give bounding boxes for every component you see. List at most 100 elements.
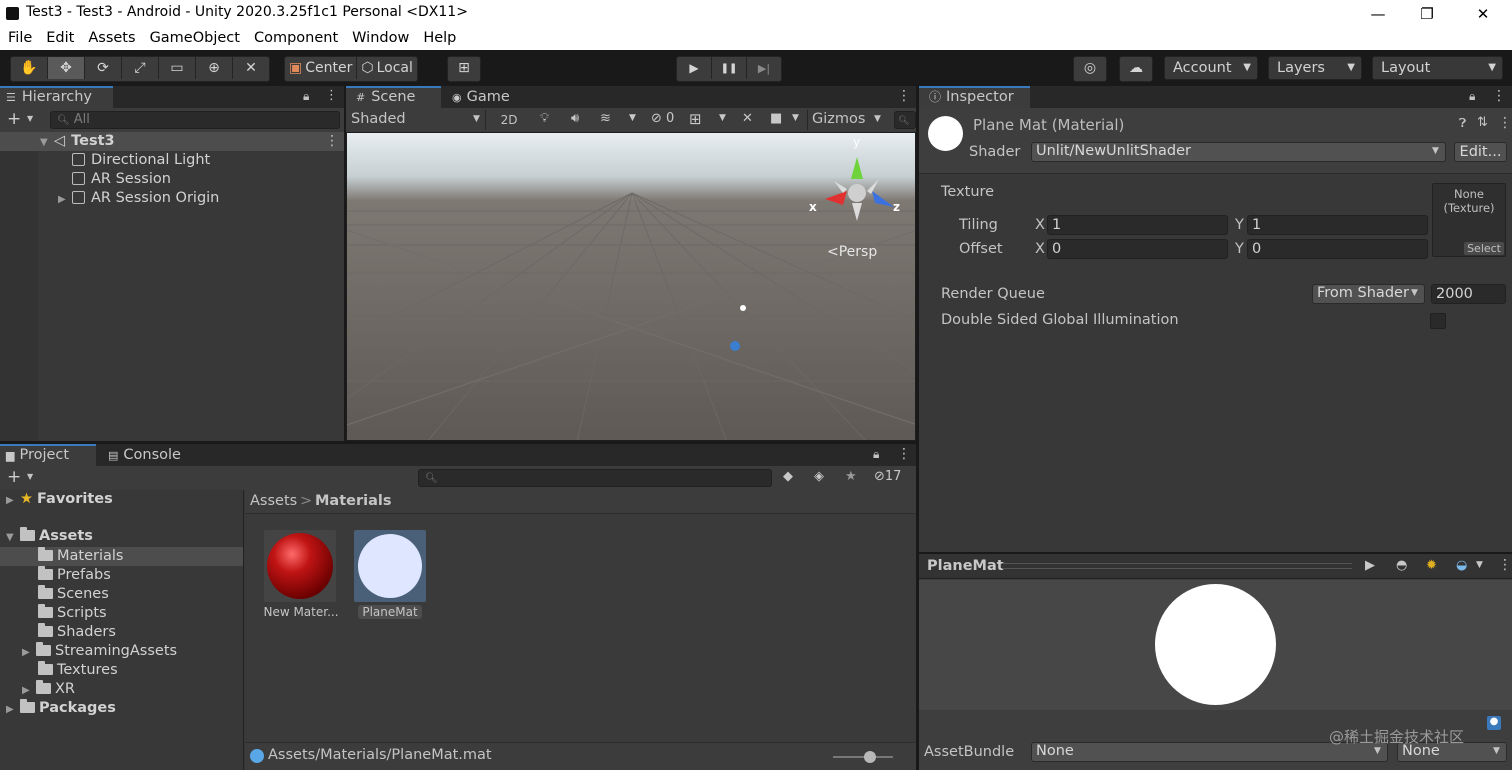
- cloud-icon[interactable]: ☁: [1120, 57, 1152, 79]
- menu-file[interactable]: File: [1, 28, 39, 48]
- lock-icon[interactable]: 🔒︎: [303, 89, 309, 104]
- chevron-down-icon[interactable]: ▼: [27, 114, 33, 123]
- hierarchy-search-input[interactable]: 🔍︎ All: [50, 111, 340, 129]
- play-button[interactable]: ▶: [677, 57, 712, 79]
- render-queue-input[interactable]: 2000: [1431, 284, 1506, 304]
- expand-arrow-icon[interactable]: ▶: [6, 491, 20, 510]
- audio-icon[interactable]: 🔊︎: [571, 111, 579, 126]
- preview-viewport[interactable]: [919, 580, 1512, 710]
- more-options-icon[interactable]: ⋮: [1498, 115, 1512, 131]
- breadcrumb-current[interactable]: Materials: [315, 493, 392, 509]
- background-sphere-icon[interactable]: ◒: [1456, 558, 1467, 573]
- chevron-down-icon[interactable]: ▼: [629, 113, 636, 123]
- tree-folder-streamingassets[interactable]: ▶ StreamingAssets: [22, 642, 177, 661]
- tree-assets[interactable]: ▼ Assets: [6, 527, 93, 546]
- more-options-icon[interactable]: ⋮: [897, 446, 911, 462]
- search-by-type-icon[interactable]: ◆: [783, 469, 793, 484]
- expand-arrow-icon[interactable]: ▶: [22, 643, 36, 662]
- menu-help[interactable]: Help: [416, 28, 463, 48]
- hierarchy-scene-row[interactable]: ▼ ◁ Test3 ⋮: [0, 132, 344, 151]
- chevron-down-icon[interactable]: ▼: [792, 113, 799, 123]
- tree-folder-scenes[interactable]: Scenes: [38, 585, 109, 604]
- hidden-packages-icon[interactable]: ⊘17: [874, 469, 901, 484]
- shader-dropdown[interactable]: Unlit/NewUnlitShader ▼: [1031, 142, 1446, 162]
- maximize-button[interactable]: ❐: [1404, 2, 1450, 26]
- layers-dropdown[interactable]: Layers ▼: [1268, 56, 1362, 80]
- minimize-button[interactable]: —: [1355, 2, 1401, 26]
- menu-edit[interactable]: Edit: [39, 28, 81, 48]
- help-icon[interactable]: ❓︎: [1459, 116, 1466, 131]
- expand-arrow-icon[interactable]: ▶: [6, 700, 20, 719]
- label-tag-icon[interactable]: ●: [1487, 716, 1501, 730]
- tab-inspector[interactable]: ⓘ Inspector: [919, 86, 1030, 108]
- close-button[interactable]: ✕: [1460, 2, 1506, 26]
- expand-arrow-icon[interactable]: ▶: [58, 190, 72, 209]
- more-options-icon[interactable]: ⋮: [897, 88, 911, 104]
- tree-favorites[interactable]: ▶ ★ Favorites: [6, 490, 113, 509]
- preset-icon[interactable]: ⇅: [1477, 115, 1488, 130]
- tools-icon[interactable]: ✕: [742, 111, 753, 126]
- account-dropdown[interactable]: Account ▼: [1164, 56, 1258, 80]
- list-item[interactable]: Directional Light: [72, 151, 210, 170]
- tab-project[interactable]: ▆ Project: [0, 444, 96, 466]
- menu-component[interactable]: Component: [247, 28, 345, 48]
- grid-snap-icon[interactable]: ⊞: [448, 57, 480, 79]
- effects-icon[interactable]: ≋: [600, 111, 611, 126]
- tree-folder-xr[interactable]: ▶ XR: [22, 680, 75, 699]
- transform-icon[interactable]: ⊕: [196, 57, 233, 79]
- expand-arrow-icon[interactable]: ▼: [6, 528, 20, 547]
- hand-icon[interactable]: ✋: [11, 57, 48, 79]
- chevron-down-icon[interactable]: ▼: [1476, 560, 1483, 570]
- persp-label[interactable]: <Persp: [827, 244, 877, 260]
- step-button[interactable]: ▶|: [747, 57, 781, 79]
- scene-viewport[interactable]: y x z <Persp: [346, 132, 916, 441]
- move-icon[interactable]: ✥: [48, 57, 85, 79]
- offset-y-input[interactable]: 0: [1247, 239, 1428, 259]
- menu-window[interactable]: Window: [345, 28, 416, 48]
- tab-game[interactable]: ◉ Game: [446, 86, 526, 108]
- expand-arrow-icon[interactable]: ▶: [22, 681, 36, 700]
- texture-slot[interactable]: None (Texture) Select: [1432, 183, 1506, 257]
- pause-button[interactable]: ❚❚: [712, 57, 747, 79]
- chevron-down-icon[interactable]: ▼: [27, 472, 33, 481]
- list-item[interactable]: ▶ AR Session Origin: [58, 189, 219, 208]
- expand-arrow-icon[interactable]: ▼: [40, 133, 54, 152]
- more-options-icon[interactable]: ⋮: [325, 133, 339, 149]
- tab-hierarchy[interactable]: ☰ Hierarchy: [0, 86, 113, 108]
- tree-folder-shaders[interactable]: Shaders: [38, 623, 116, 642]
- layout-dropdown[interactable]: Layout ▼: [1372, 56, 1503, 80]
- custom-tool-icon[interactable]: ✕: [233, 57, 269, 79]
- shading-dropdown[interactable]: Shaded ▼: [346, 110, 486, 130]
- play-preview-icon[interactable]: ▶: [1365, 558, 1375, 573]
- light-toggle-icon[interactable]: ✹: [1426, 558, 1437, 573]
- sphere-mesh-icon[interactable]: ◓: [1396, 558, 1407, 573]
- scene-search-input[interactable]: 🔍︎: [894, 111, 916, 129]
- add-icon[interactable]: +: [7, 467, 21, 487]
- texture-select-button[interactable]: Select: [1464, 242, 1504, 255]
- rotate-icon[interactable]: ⟳: [85, 57, 122, 79]
- tree-folder-materials[interactable]: Materials: [38, 547, 123, 566]
- lock-icon[interactable]: 🔒︎: [873, 447, 879, 462]
- zoom-slider-track[interactable]: [833, 756, 893, 758]
- menu-assets[interactable]: Assets: [81, 28, 142, 48]
- double-sided-checkbox[interactable]: [1430, 313, 1446, 329]
- hidden-objects-icon[interactable]: ⊘ 0: [651, 111, 674, 126]
- tab-console[interactable]: ▤ Console: [102, 444, 192, 466]
- search-by-label-icon[interactable]: ◈: [814, 469, 824, 484]
- tiling-y-input[interactable]: 1: [1247, 215, 1428, 235]
- breadcrumb-root[interactable]: Assets: [250, 493, 297, 509]
- lock-icon[interactable]: 🔒︎: [1469, 89, 1475, 104]
- more-options-icon[interactable]: ⋮: [1492, 88, 1506, 104]
- add-icon[interactable]: +: [7, 109, 21, 129]
- tree-folder-textures[interactable]: Textures: [38, 661, 118, 680]
- more-options-icon[interactable]: ⋮: [325, 88, 338, 103]
- asset-tile[interactable]: PlaneMat: [354, 530, 426, 620]
- asset-tile[interactable]: New Mater...: [263, 530, 339, 620]
- camera-icon[interactable]: ■: [770, 111, 782, 126]
- more-options-icon[interactable]: ⋮: [1498, 557, 1512, 573]
- render-queue-dropdown[interactable]: From Shader ▼: [1312, 284, 1425, 304]
- grid-toggle-icon[interactable]: ⊞: [689, 110, 702, 128]
- pivot-local-button[interactable]: ⬡ Local: [357, 57, 417, 79]
- tiling-x-input[interactable]: 1: [1047, 215, 1228, 235]
- zoom-slider-thumb[interactable]: [864, 751, 876, 763]
